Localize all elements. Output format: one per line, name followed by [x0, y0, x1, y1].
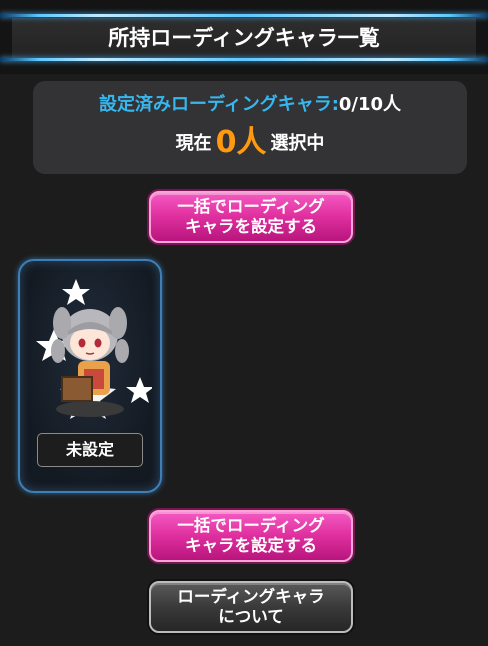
about-button-label: ローディングキャラ について — [177, 587, 325, 626]
current-prefix: 現在 — [175, 133, 212, 154]
header-glow-line-bottom — [0, 58, 488, 61]
star-icon — [126, 377, 152, 403]
bulk-set-button-top-label: 一括でローディング キャラを設定する — [177, 197, 325, 236]
character-card[interactable]: 未設定 — [18, 259, 162, 493]
bulk-set-button-bottom[interactable]: 一括でローディング キャラを設定する — [149, 510, 353, 562]
about-loading-characters-button[interactable]: ローディングキャラ について — [149, 581, 353, 633]
character-status-badge: 未設定 — [37, 433, 143, 467]
current-suffix: 選択中 — [270, 133, 325, 154]
current-count-value: 0人 — [215, 125, 267, 160]
set-count-value: 0/10人 — [338, 94, 402, 115]
header-bar: 所持ローディングキャラ一覧 — [0, 0, 488, 74]
set-count-label: 設定済みローディングキャラ: — [98, 94, 339, 115]
header-glow-line-top — [0, 14, 488, 17]
set-count-row: 設定済みローディングキャラ:0/10人 — [33, 90, 467, 116]
selection-row: 現在 0人 選択中 — [33, 125, 467, 162]
bulk-set-button-bottom-label: 一括でローディング キャラを設定する — [177, 516, 325, 555]
bulk-set-button-top[interactable]: 一括でローディング キャラを設定する — [149, 191, 353, 243]
chibi-character-icon — [36, 279, 152, 419]
summary-panel: 設定済みローディングキャラ:0/10人 現在 0人 選択中 — [33, 81, 467, 174]
page-title: 所持ローディングキャラ一覧 — [108, 26, 380, 50]
star-icon — [62, 279, 90, 305]
